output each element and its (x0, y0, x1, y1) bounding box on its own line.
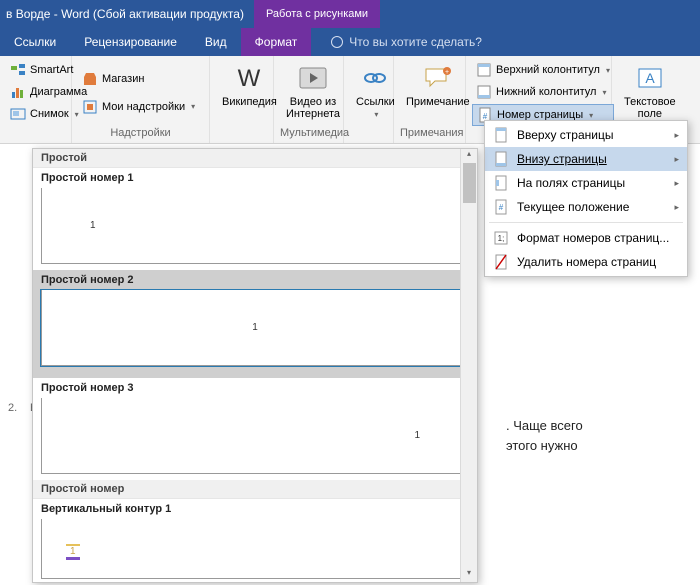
gallery-item-3-title: Простой номер 3 (33, 378, 477, 398)
scroll-up-icon[interactable]: ▴ (461, 149, 477, 163)
comment-icon: + (422, 62, 454, 94)
addins-icon (82, 99, 98, 115)
gallery-item-1-title: Простой номер 1 (33, 168, 477, 188)
gallery-scrollbar[interactable]: ▴ ▾ (460, 149, 477, 582)
page-number-menu: Вверху страницы ▸ Внизу страницы ▸ На по… (484, 120, 688, 277)
gallery-item-2[interactable]: 1 (41, 290, 469, 366)
my-addins-button[interactable]: Мои надстройки (78, 97, 199, 117)
title-bar: в Ворде - Word (Сбой активации продукта)… (0, 0, 700, 28)
chart-icon (10, 84, 26, 100)
wikipedia-button[interactable]: W Википедия (216, 60, 283, 137)
group-label-addins: Надстройки (78, 125, 203, 139)
scroll-thumb[interactable] (463, 163, 476, 203)
svg-text:#: # (499, 203, 504, 212)
pn-format-numbers[interactable]: 1; Формат номеров страниц... (485, 226, 687, 250)
tell-me-search[interactable]: Что вы хотите сделать? (311, 28, 482, 56)
footer-button[interactable]: Нижний колонтитул (472, 82, 614, 102)
tab-review[interactable]: Рецензирование (70, 28, 191, 56)
store-button[interactable]: Магазин (78, 69, 199, 89)
gallery-item-4[interactable]: 1 (41, 519, 469, 579)
preview-page-number: 1 (90, 220, 96, 231)
format-numbers-icon: 1; (493, 230, 509, 246)
header-button[interactable]: Верхний колонтитул (472, 60, 614, 80)
tab-view[interactable]: Вид (191, 28, 241, 56)
link-icon (359, 62, 391, 94)
tab-format[interactable]: Формат (241, 28, 312, 56)
page-bottom-icon (493, 151, 509, 167)
pn-top-of-page[interactable]: Вверху страницы ▸ (485, 123, 687, 147)
page-number-gallery: Простой Простой номер 1 1 Простой номер … (32, 148, 478, 583)
list-number: 2. (8, 402, 17, 414)
gallery-item-4-title: Вертикальный контур 1 (33, 499, 477, 519)
gallery-category-simple2: Простой номер (33, 480, 477, 499)
header-icon (476, 62, 492, 78)
gallery-item-1[interactable]: 1 (41, 188, 469, 264)
svg-text:1;: 1; (498, 234, 505, 243)
video-icon (297, 62, 329, 94)
ribbon-tabs: Ссылки Рецензирование Вид Формат Что вы … (0, 28, 700, 56)
gallery-category-simple: Простой (33, 149, 477, 168)
remove-numbers-icon (493, 254, 509, 270)
submenu-arrow-icon: ▸ (674, 178, 679, 189)
screenshot-icon (10, 106, 26, 122)
wikipedia-icon: W (233, 62, 265, 94)
gallery-item-2-title: Простой номер 2 (33, 270, 477, 290)
svg-text:W: W (238, 65, 261, 92)
footer-icon (476, 84, 492, 100)
pn-page-margins[interactable]: На полях страницы ▸ (485, 171, 687, 195)
page-margin-icon (493, 175, 509, 191)
preview-page-number: 1 (66, 544, 80, 560)
store-icon (82, 71, 98, 87)
gallery-item-3[interactable]: 1 (41, 398, 469, 474)
comment-button[interactable]: + Примечание (400, 60, 476, 125)
textbox-icon: A (634, 62, 666, 94)
pn-current-position[interactable]: # Текущее положение ▸ (485, 195, 687, 219)
document-text: . Чаще всего этого нужно (506, 416, 583, 455)
tab-links[interactable]: Ссылки (0, 28, 70, 56)
document-title: в Ворде - Word (Сбой активации продукта) (0, 7, 244, 21)
lightbulb-icon (331, 36, 343, 48)
group-label-comments: Примечания (400, 125, 459, 139)
submenu-arrow-icon: ▸ (674, 130, 679, 141)
preview-page-number: 1 (252, 322, 258, 333)
tell-me-placeholder: Что вы хотите сделать? (349, 35, 482, 49)
smartart-icon (10, 62, 26, 78)
pn-bottom-of-page[interactable]: Внизу страницы ▸ (485, 147, 687, 171)
pn-remove-numbers[interactable]: Удалить номера страниц (485, 250, 687, 274)
svg-text:+: + (445, 69, 449, 76)
menu-separator (489, 222, 683, 223)
submenu-arrow-icon: ▸ (674, 202, 679, 213)
svg-text:A: A (645, 70, 655, 86)
submenu-arrow-icon: ▸ (674, 154, 679, 165)
page-top-icon (493, 127, 509, 143)
online-video-button[interactable]: Видео из Интернета (280, 60, 346, 125)
preview-page-number: 1 (414, 430, 420, 441)
scroll-down-icon[interactable]: ▾ (461, 568, 477, 582)
contextual-tab-group: Работа с рисунками (254, 0, 380, 28)
current-pos-icon: # (493, 199, 509, 215)
group-label-media: Мультимедиа (280, 125, 337, 139)
